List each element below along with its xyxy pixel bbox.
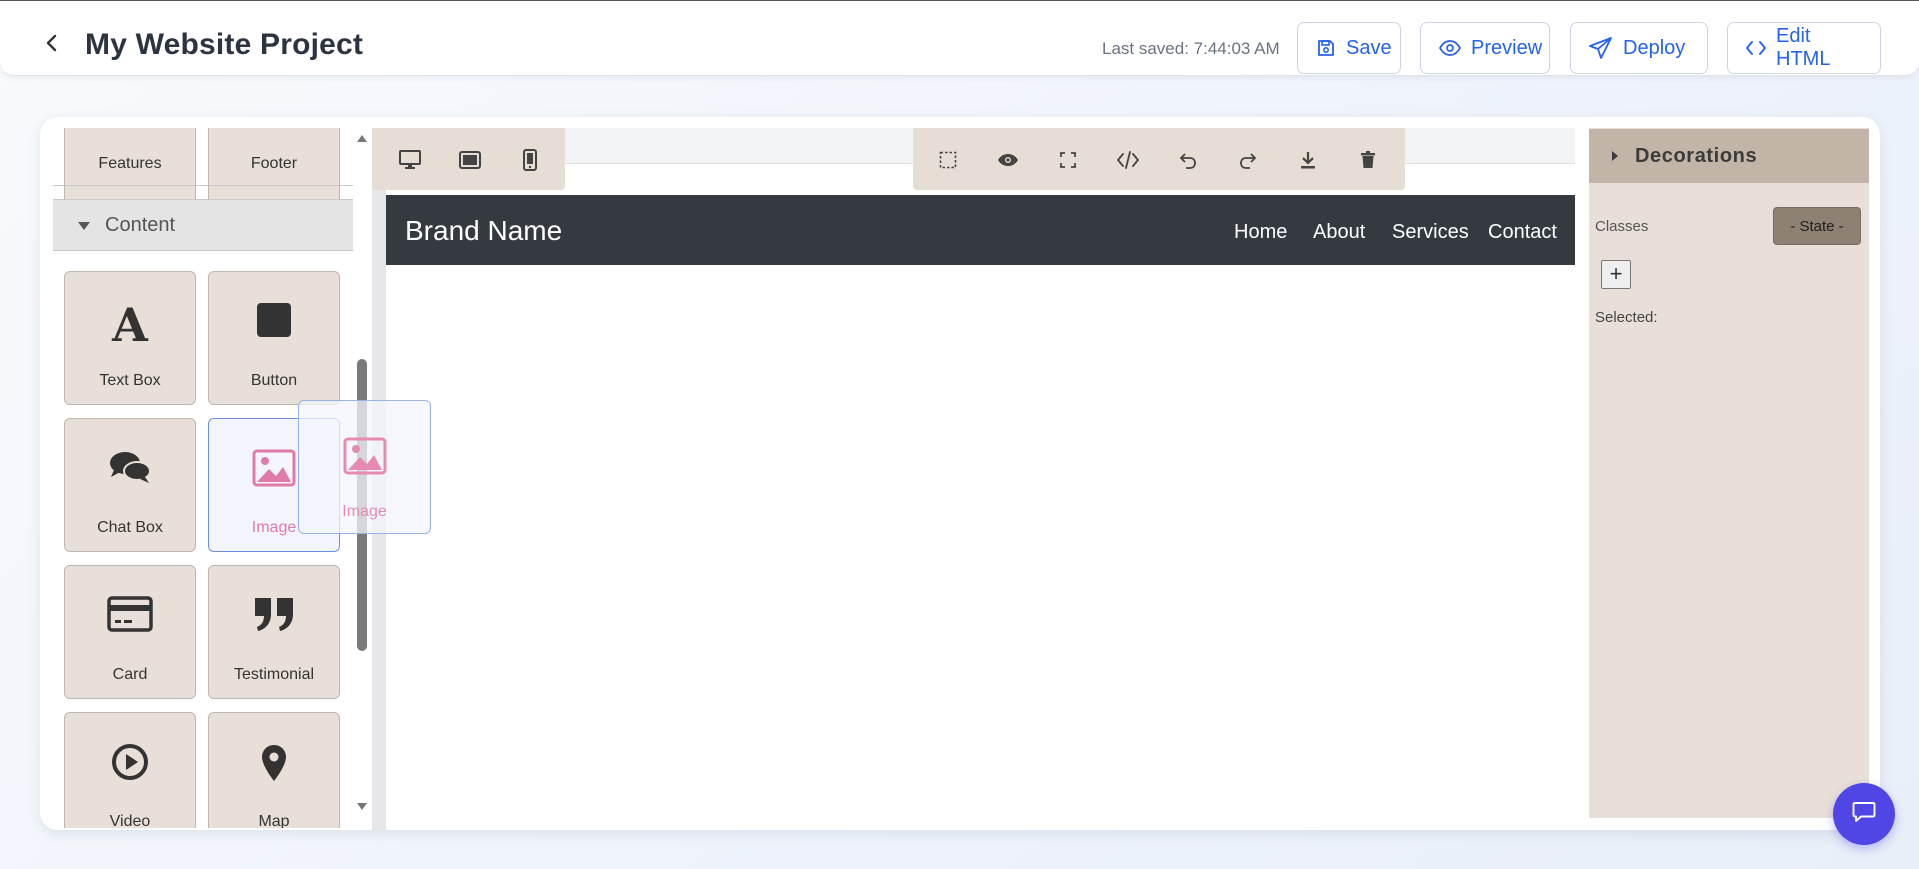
preview-label: Preview xyxy=(1471,36,1543,59)
block-label: Footer xyxy=(250,155,298,172)
block-label: Card xyxy=(112,666,148,683)
device-switcher xyxy=(372,128,565,190)
map-pin-icon xyxy=(209,743,339,783)
back-chevron-icon[interactable] xyxy=(40,31,64,55)
state-select[interactable]: - State - xyxy=(1773,207,1861,245)
site-nav-contact[interactable]: Contact xyxy=(1488,221,1557,244)
caret-right-icon xyxy=(1611,145,1619,168)
project-title: My Website Project xyxy=(85,28,364,61)
scroll-down-arrow[interactable] xyxy=(356,802,368,814)
select-outline-icon[interactable] xyxy=(936,148,960,172)
download-icon[interactable] xyxy=(1296,148,1320,172)
block-chat-box[interactable]: Chat Box xyxy=(64,418,196,552)
save-floppy-icon xyxy=(1316,38,1336,58)
button-square-icon xyxy=(209,302,339,338)
site-nav-services[interactable]: Services xyxy=(1392,221,1469,244)
category-label: Content xyxy=(105,213,176,236)
selected-label: Selected: xyxy=(1595,309,1658,326)
save-label: Save xyxy=(1346,36,1392,59)
preview-button[interactable]: Preview xyxy=(1420,22,1550,74)
block-button[interactable]: Button xyxy=(208,271,340,405)
block-text-box[interactable]: A Text Box xyxy=(64,271,196,405)
send-plane-icon xyxy=(1589,37,1613,59)
edit-html-button[interactable]: Edit HTML xyxy=(1727,22,1881,74)
desktop-icon[interactable] xyxy=(398,149,422,171)
site-brand[interactable]: Brand Name xyxy=(405,215,562,247)
deploy-button[interactable]: Deploy xyxy=(1570,22,1708,74)
last-saved-status: Last saved: 7:44:03 AM xyxy=(1102,39,1280,58)
mobile-icon[interactable] xyxy=(518,149,542,171)
save-button[interactable]: Save xyxy=(1297,22,1401,74)
block-video[interactable]: Video xyxy=(64,712,196,828)
drag-label: Image xyxy=(342,503,387,520)
block-label: Features xyxy=(98,155,162,172)
block-card[interactable]: Card xyxy=(64,565,196,699)
credit-card-icon xyxy=(65,596,195,632)
chat-bubble-icon xyxy=(1852,801,1876,828)
eye-icon[interactable] xyxy=(996,148,1020,172)
section-label: Decorations xyxy=(1635,144,1758,167)
add-class-button[interactable]: + xyxy=(1601,260,1631,289)
chat-bubbles-icon xyxy=(65,449,195,485)
site-nav-home[interactable]: Home xyxy=(1234,221,1287,244)
fullscreen-icon[interactable] xyxy=(1056,148,1080,172)
code-brackets-icon xyxy=(1746,40,1766,56)
code-icon[interactable] xyxy=(1116,148,1140,172)
decorations-section-toggle[interactable]: Decorations xyxy=(1589,129,1869,183)
block-map[interactable]: Map xyxy=(208,712,340,828)
caret-down-icon xyxy=(77,214,91,237)
play-circle-icon xyxy=(65,743,195,781)
trash-icon[interactable] xyxy=(1356,148,1380,172)
block-label: Chat Box xyxy=(97,519,163,536)
redo-icon[interactable] xyxy=(1236,148,1260,172)
top-bar: My Website Project Last saved: 7:44:03 A… xyxy=(0,0,1919,76)
block-label: Button xyxy=(250,372,298,389)
chat-support-button[interactable] xyxy=(1833,783,1895,845)
scroll-up-arrow[interactable] xyxy=(356,133,368,145)
deploy-label: Deploy xyxy=(1623,36,1686,59)
block-label: Video xyxy=(109,813,151,828)
image-icon xyxy=(299,437,430,475)
block-label: Testimonial xyxy=(233,666,315,683)
eye-icon xyxy=(1439,40,1461,56)
tablet-icon[interactable] xyxy=(458,149,482,171)
edit-html-label: Edit HTML xyxy=(1776,25,1831,70)
site-nav-about[interactable]: About xyxy=(1313,221,1365,244)
dragging-image-block[interactable]: Image xyxy=(298,400,431,534)
block-label: Text Box xyxy=(99,372,161,389)
block-testimonial[interactable]: Testimonial xyxy=(208,565,340,699)
quote-icon xyxy=(209,596,339,632)
classes-label: Classes xyxy=(1595,218,1649,235)
editor-toolbar xyxy=(913,128,1405,190)
block-label: Map xyxy=(258,813,290,828)
section-divider xyxy=(53,185,353,186)
category-content-toggle[interactable]: Content xyxy=(53,199,353,251)
text-box-icon: A xyxy=(112,298,148,352)
undo-icon[interactable] xyxy=(1176,148,1200,172)
